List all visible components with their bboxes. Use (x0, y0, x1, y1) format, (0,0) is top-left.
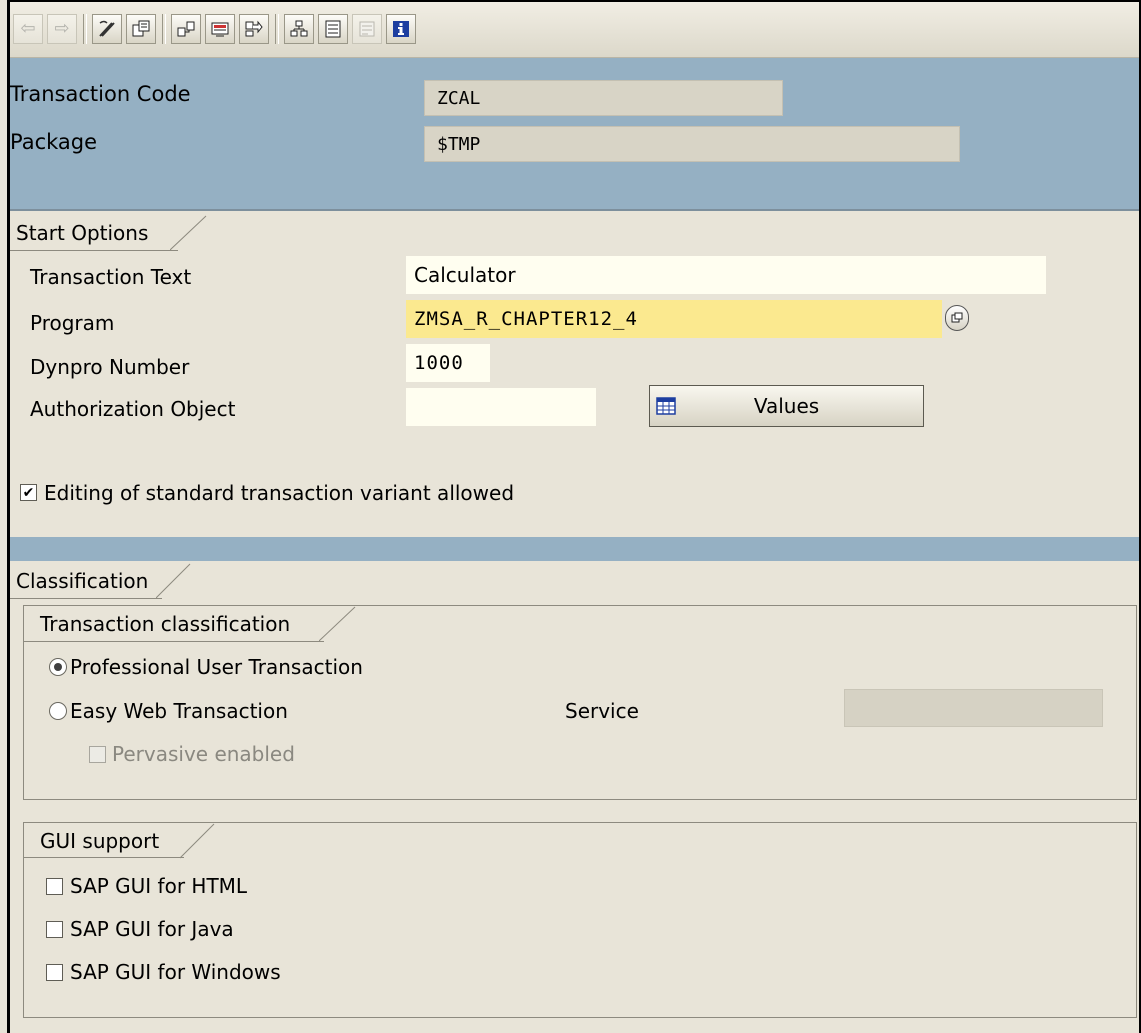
sap-gui-windows-checkbox[interactable] (46, 964, 63, 981)
transaction-text-label: Transaction Text (30, 265, 192, 289)
package-label: Package (10, 130, 98, 154)
forward-arrow-icon[interactable]: ⇨ (47, 14, 77, 44)
authorization-object-label: Authorization Object (30, 397, 236, 421)
transaction-classification-tab: Transaction classification (34, 606, 364, 642)
easy-web-label: Easy Web Transaction (70, 699, 288, 723)
toolbar-separator (275, 14, 279, 44)
toolbar-separator (83, 14, 87, 44)
info-icon[interactable] (386, 14, 416, 44)
tab-underline (24, 641, 324, 642)
service-label: Service (565, 699, 639, 723)
toolbar-separator (162, 14, 166, 44)
transaction-classification-group: Transaction classification Professional … (23, 605, 1137, 800)
transaction-code-field: ZCAL (424, 80, 783, 116)
transaction-classification-title: Transaction classification (40, 612, 291, 636)
divider (10, 209, 1139, 211)
tab-slant-icon (180, 823, 215, 859)
tab-slant-icon (319, 606, 356, 642)
table-grid-icon (656, 396, 676, 420)
sap-gui-html-checkbox[interactable] (46, 878, 63, 895)
transaction-window: ⇦ ⇨ Transaction Code ZCAL Package $TMP S… (7, 0, 1141, 1033)
display-object-list-icon[interactable] (205, 14, 235, 44)
start-options-title: Start Options (16, 221, 149, 245)
professional-user-radio[interactable] (49, 658, 67, 676)
values-button-label: Values (753, 394, 820, 418)
pervasive-enabled-label: Pervasive enabled (112, 742, 295, 766)
classification-tab: Classification (10, 563, 210, 599)
layout-icon[interactable] (352, 14, 382, 44)
back-arrow-icon[interactable]: ⇦ (13, 14, 43, 44)
header-area: Transaction Code ZCAL Package $TMP (10, 58, 1139, 209)
editing-variant-checkbox[interactable]: ✔ (20, 484, 37, 501)
dynpro-number-input[interactable]: 1000 (406, 344, 490, 382)
tab-underline (10, 598, 162, 599)
pervasive-enabled-checkbox[interactable] (89, 746, 106, 763)
display-change-icon[interactable] (92, 14, 122, 44)
program-input[interactable]: ZMSA_R_CHAPTER12_4 (406, 300, 942, 338)
other-object-icon[interactable] (126, 14, 156, 44)
gui-support-group: GUI support SAP GUI for HTML SAP GUI for… (23, 822, 1137, 1018)
sap-gui-windows-label: SAP GUI for Windows (70, 960, 281, 984)
hierarchy-icon[interactable] (284, 14, 314, 44)
tab-slant-icon (170, 215, 207, 251)
professional-user-label: Professional User Transaction (70, 655, 363, 679)
editing-variant-label: Editing of standard transaction variant … (44, 481, 515, 505)
values-button[interactable]: Values (649, 385, 924, 427)
gui-support-title: GUI support (40, 829, 160, 853)
classification-title: Classification (16, 569, 149, 593)
transaction-code-label: Transaction Code (10, 82, 191, 106)
sap-gui-java-label: SAP GUI for Java (70, 917, 234, 941)
tab-underline (10, 250, 178, 251)
gui-support-tab: GUI support (34, 823, 224, 859)
package-field: $TMP (424, 126, 960, 162)
program-label: Program (30, 311, 115, 335)
dynpro-number-label: Dynpro Number (30, 355, 190, 379)
object-list-icon[interactable] (318, 14, 348, 44)
navigate-icon[interactable] (239, 14, 269, 44)
easy-web-radio[interactable] (49, 702, 67, 720)
program-navigate-icon[interactable] (945, 305, 969, 331)
service-field (844, 689, 1103, 727)
tab-underline (24, 857, 184, 858)
authorization-object-input[interactable] (406, 388, 596, 426)
tab-slant-icon (156, 563, 191, 599)
sap-gui-java-checkbox[interactable] (46, 921, 63, 938)
transaction-text-input[interactable]: Calculator (406, 256, 1046, 294)
sap-gui-html-label: SAP GUI for HTML (70, 874, 248, 898)
start-options-tab: Start Options (10, 215, 220, 251)
application-toolbar: ⇦ ⇨ (10, 0, 1139, 58)
section-divider-band (10, 537, 1139, 561)
where-used-icon[interactable] (171, 14, 201, 44)
